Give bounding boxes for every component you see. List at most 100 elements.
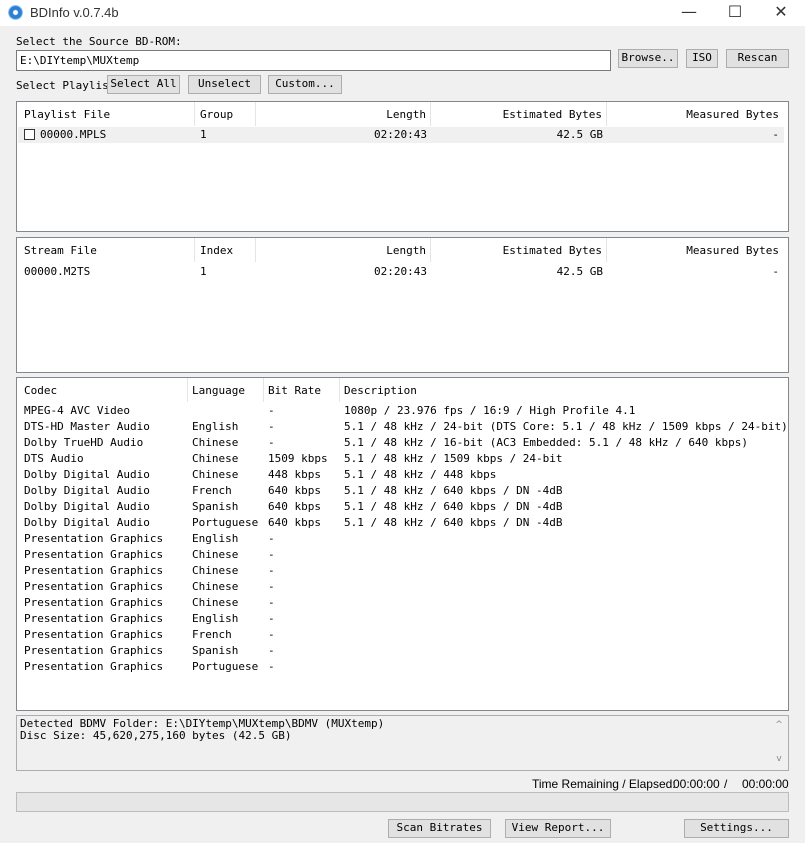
source-path-input[interactable]: E:\DIYtemp\MUXtemp [16, 50, 611, 71]
scan-bitrates-button[interactable]: Scan Bitrates [388, 819, 491, 838]
stream-file-cell[interactable]: 00000.M2TS [24, 265, 90, 278]
iso-button[interactable]: ISO [686, 49, 718, 68]
codec-cell: Dolby Digital Audio [24, 468, 150, 481]
time-remaining-label: Time Remaining / Elapsed: [532, 777, 676, 791]
table-row[interactable]: Dolby Digital Audio Portuguese 640 kbps 5.1… [17, 516, 788, 532]
codec-table[interactable]: Codec Language Bit Rate Description MPEG… [16, 377, 789, 711]
bit-rate-cell: - [268, 564, 275, 577]
scroll-up-arrow-icon[interactable]: ^ [772, 719, 786, 731]
table-row[interactable]: MPEG-4 AVC Video - 1080p / 23.976 fps / 16… [17, 404, 788, 420]
table-row[interactable]: Dolby Digital Audio Chinese 448 kbps 5.1 / … [17, 468, 788, 484]
custom-button[interactable]: Custom... [268, 75, 342, 94]
bit-rate-cell: - [268, 580, 275, 593]
language-cell: English [192, 612, 239, 625]
unselect-button[interactable]: Unselect [188, 75, 261, 94]
bit-rate-cell: - [268, 436, 275, 449]
bit-rate-cell: - [268, 628, 275, 641]
length-cell: 02:20:43 [374, 128, 427, 141]
maximize-button[interactable]: ☐ [712, 0, 758, 26]
playlist-checkbox[interactable] [24, 129, 35, 140]
playlist-file-cell: 00000.MPLS [40, 128, 107, 141]
bit-rate-cell: - [268, 612, 275, 625]
table-row[interactable]: Presentation Graphics French - [17, 628, 788, 644]
language-cell: English [192, 420, 239, 433]
bit-rate-cell: - [268, 660, 275, 673]
table-row[interactable]: Presentation Graphics English - [17, 532, 788, 548]
length-cell: 02:20:43 [374, 265, 427, 278]
estimated-bytes-header[interactable]: Estimated Bytes [431, 238, 607, 262]
scroll-down-arrow-icon[interactable]: v [772, 753, 786, 765]
minimize-button[interactable]: — [666, 0, 712, 26]
description-cell: 5.1 / 48 kHz / 640 kbps / DN -4dB [344, 484, 563, 497]
measured-bytes-header[interactable]: Measured Bytes [607, 238, 779, 262]
description-cell: 5.1 / 48 kHz / 640 kbps / DN -4dB [344, 516, 563, 529]
description-cell: 5.1 / 48 kHz / 640 kbps / DN -4dB [344, 500, 563, 513]
bit-rate-cell: - [268, 548, 275, 561]
table-row[interactable]: Presentation Graphics Chinese - [17, 596, 788, 612]
codec-header[interactable]: Codec [24, 378, 188, 402]
table-row[interactable]: Dolby Digital Audio French 640 kbps 5.1 / 4… [17, 484, 788, 500]
view-report-button[interactable]: View Report... [505, 819, 611, 838]
index-header[interactable]: Index [200, 238, 256, 262]
browse-button[interactable]: Browse.. [618, 49, 678, 68]
group-cell: 1 [200, 128, 207, 141]
playlist-table[interactable]: Playlist File Group Length Estimated Byt… [16, 101, 789, 232]
description-cell: 5.1 / 48 kHz / 16-bit (AC3 Embedded: 5.1… [344, 436, 748, 449]
length-header[interactable]: Length [257, 102, 431, 126]
bit-rate-header[interactable]: Bit Rate [268, 378, 340, 402]
scan-progress-bar [16, 792, 789, 812]
description-cell: 5.1 / 48 kHz / 1509 kbps / 24-bit [344, 452, 563, 465]
table-row[interactable]: Presentation Graphics English - [17, 612, 788, 628]
estimated-bytes-cell: 42.5 GB [556, 265, 603, 278]
estimated-bytes-header[interactable]: Estimated Bytes [431, 102, 607, 126]
table-row[interactable]: Presentation Graphics Chinese - [17, 548, 788, 564]
index-cell: 1 [200, 265, 207, 278]
bit-rate-cell: - [268, 644, 275, 657]
description-header[interactable]: Description [344, 378, 784, 402]
language-cell: Chinese [192, 564, 239, 577]
table-row[interactable]: Presentation Graphics Chinese - [17, 580, 788, 596]
table-row[interactable]: Presentation Graphics Portuguese - [17, 660, 788, 676]
language-cell: English [192, 532, 239, 545]
rescan-button[interactable]: Rescan [726, 49, 789, 68]
select-playlist-label: Select Playlist [16, 79, 116, 92]
report-log[interactable]: Detected BDMV Folder: E:\DIYtemp\MUXtemp… [16, 715, 789, 771]
codec-cell: Presentation Graphics [24, 628, 164, 641]
bit-rate-cell: - [268, 596, 275, 609]
table-row[interactable]: DTS Audio Chinese 1509 kbps 5.1 / 48 kHz / … [17, 452, 788, 468]
codec-cell: Presentation Graphics [24, 596, 164, 609]
language-cell: French [192, 628, 232, 641]
bit-rate-cell: - [268, 404, 275, 417]
language-cell: Chinese [192, 452, 239, 465]
measured-bytes-cell: - [772, 128, 779, 141]
bit-rate-cell: - [268, 532, 275, 545]
window-title: BDInfo v.0.7.4b [30, 5, 119, 20]
disc-size-line: Disc Size: 45,620,275,160 bytes (42.5 GB… [20, 729, 292, 742]
table-row[interactable]: Presentation Graphics Chinese - [17, 564, 788, 580]
select-all-button[interactable]: Select All [107, 75, 180, 94]
description-cell: 1080p / 23.976 fps / 16:9 / High Profile… [344, 404, 636, 417]
close-button[interactable]: ✕ [758, 0, 804, 26]
codec-cell: Presentation Graphics [24, 580, 164, 593]
group-header[interactable]: Group [200, 102, 256, 126]
codec-cell: MPEG-4 AVC Video [24, 404, 130, 417]
table-row[interactable]: Dolby Digital Audio Spanish 640 kbps 5.1 / … [17, 500, 788, 516]
codec-cell: Presentation Graphics [24, 532, 164, 545]
measured-bytes-header[interactable]: Measured Bytes [607, 102, 779, 126]
description-cell: 5.1 / 48 kHz / 448 kbps [344, 468, 497, 481]
measured-bytes-cell: - [772, 265, 779, 278]
settings-button[interactable]: Settings... [684, 819, 789, 838]
table-row[interactable]: DTS-HD Master Audio English - 5.1 / 48 kHz … [17, 420, 788, 436]
codec-cell: Presentation Graphics [24, 612, 164, 625]
table-row[interactable]: Presentation Graphics Spanish - [17, 644, 788, 660]
playlist-file-header[interactable]: Playlist File [24, 102, 195, 126]
codec-cell: Presentation Graphics [24, 564, 164, 577]
length-header[interactable]: Length [257, 238, 431, 262]
table-row[interactable]: Dolby TrueHD Audio Chinese - 5.1 / 48 kHz /… [17, 436, 788, 452]
estimated-bytes-cell: 42.5 GB [556, 128, 603, 141]
stream-table[interactable]: Stream File Index Length Estimated Bytes… [16, 237, 789, 373]
source-label: Select the Source BD-ROM: [16, 35, 182, 48]
language-header[interactable]: Language [192, 378, 264, 402]
stream-file-header[interactable]: Stream File [24, 238, 195, 262]
bit-rate-cell: 1509 kbps [268, 452, 328, 465]
